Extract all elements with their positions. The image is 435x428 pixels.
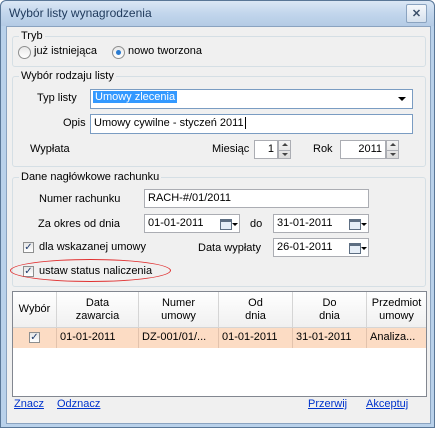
contracts-grid[interactable]: Wybór Data zawarcia Numer umowy Od dnia Do d… xyxy=(12,291,427,397)
miesiac-spinner[interactable] xyxy=(278,140,291,159)
column-header-wybor[interactable]: Wybór xyxy=(13,292,57,328)
data-wyplaty-input[interactable]: 26-01-2011 xyxy=(273,238,369,257)
okres-od-input[interactable]: 01-01-2011 xyxy=(144,214,240,233)
spin-down-icon[interactable] xyxy=(387,149,398,160)
odznacz-link[interactable]: Odznacz xyxy=(57,398,100,410)
cell-numer-umowy: DZ-001/01/... xyxy=(139,328,219,348)
rok-label: Rok xyxy=(313,143,333,155)
okres-label: Za okres od dnia xyxy=(38,218,120,230)
dialog-body: Tryb już istniejąca nowo tworzona Wybór … xyxy=(6,26,431,424)
spin-up-icon[interactable] xyxy=(279,141,290,150)
miesiac-label: Miesiąc xyxy=(212,143,250,155)
tryb-group: Tryb już istniejąca nowo tworzona xyxy=(12,30,426,67)
checkbox-check-icon: ✓ xyxy=(30,332,39,343)
column-header-od-dnia[interactable]: Od dnia xyxy=(219,292,293,328)
text-cursor xyxy=(244,117,246,129)
close-button[interactable]: ✕ xyxy=(406,4,427,23)
highlight-ellipse xyxy=(10,259,171,282)
calendar-icon[interactable] xyxy=(220,219,232,230)
dla-umowy-checkbox[interactable]: ✓ xyxy=(23,242,34,253)
calendar-icon[interactable] xyxy=(349,219,361,230)
window-title: Wybór listy wynagrodzenia xyxy=(9,6,152,20)
close-icon: ✕ xyxy=(411,8,422,20)
rok-input[interactable]: 2011 xyxy=(340,140,386,159)
dropdown-arrow-icon xyxy=(361,247,367,250)
tryb-group-title: Tryb xyxy=(19,30,45,42)
data-wyplaty-label: Data wypłaty xyxy=(198,242,261,254)
okres-od-value: 01-01-2011 xyxy=(148,217,204,229)
cell-od-dnia: 01-01-2011 xyxy=(219,328,293,348)
miesiac-value: 1 xyxy=(267,143,274,155)
numer-rachunku-label: Numer rachunku xyxy=(39,193,121,205)
opis-value: Umowy cywilne - styczeń 2011 xyxy=(94,117,244,129)
numer-rachunku-input[interactable]: RACH-#/01/2011 xyxy=(144,189,369,208)
radio-existing-label: już istniejąca xyxy=(34,45,97,57)
cell-wybor[interactable]: ✓ xyxy=(13,328,57,348)
dla-umowy-label: dla wskazanej umowy xyxy=(39,241,146,253)
typ-listy-value: Umowy zlecenia xyxy=(93,91,178,103)
cell-do-dnia: 31-01-2011 xyxy=(293,328,367,348)
rok-spinner[interactable] xyxy=(386,140,399,159)
rok-value: 2011 xyxy=(358,143,382,155)
dropdown-arrow-icon xyxy=(398,97,406,101)
radio-existing[interactable] xyxy=(18,46,31,59)
typ-listy-label: Typ listy xyxy=(37,92,77,104)
opis-label: Opis xyxy=(63,117,86,129)
znacz-link[interactable]: Znacz xyxy=(14,398,44,410)
column-header-numer-umowy[interactable]: Numer umowy xyxy=(139,292,219,328)
dropdown-arrow-icon xyxy=(232,223,238,226)
cell-przedmiot: Analiza... xyxy=(370,331,416,343)
row-select-checkbox[interactable]: ✓ xyxy=(29,332,40,343)
calendar-icon[interactable] xyxy=(349,243,361,254)
cell-data-zawarcia: 01-01-2011 xyxy=(57,328,139,348)
okres-do-value: 31-01-2011 xyxy=(277,217,333,229)
akceptuj-link[interactable]: Akceptuj xyxy=(366,398,408,410)
miesiac-input[interactable]: 1 xyxy=(254,140,278,159)
spin-up-icon[interactable] xyxy=(387,141,398,150)
radio-new[interactable] xyxy=(112,46,125,59)
okres-do-label: do xyxy=(250,218,263,230)
wyplata-label: Wypłata xyxy=(30,143,70,155)
typ-listy-select[interactable]: Umowy zlecenia xyxy=(90,89,413,109)
przerwij-link[interactable]: Przerwij xyxy=(308,398,347,410)
dropdown-arrow-icon xyxy=(361,223,367,226)
spin-down-icon[interactable] xyxy=(279,149,290,160)
checkbox-check-icon: ✓ xyxy=(24,242,33,253)
dane-group-title: Dane nagłówkowe rachunku xyxy=(19,171,162,183)
column-header-do-dnia[interactable]: Do dnia xyxy=(293,292,367,328)
rodzaj-group-title: Wybór rodzaju listy xyxy=(19,70,116,82)
table-row[interactable]: ✓ 01-01-2011 DZ-001/01/... 01-01-2011 31… xyxy=(13,328,426,348)
column-header-data-zawarcia[interactable]: Data zawarcia xyxy=(57,292,139,328)
opis-input[interactable]: Umowy cywilne - styczeń 2011 xyxy=(90,114,413,134)
column-header-przedmiot[interactable]: Przedmiot umowy xyxy=(367,292,426,328)
okres-do-input[interactable]: 31-01-2011 xyxy=(273,214,369,233)
radio-new-label: nowo tworzona xyxy=(128,45,202,57)
dialog-window: Wybór listy wynagrodzenia ✕ Tryb już ist… xyxy=(0,0,435,428)
data-wyplaty-value: 26-01-2011 xyxy=(277,241,333,253)
rodzaj-group: Wybór rodzaju listy Typ listy Umowy zlec… xyxy=(12,70,426,167)
title-bar: Wybór listy wynagrodzenia ✕ xyxy=(1,1,434,26)
numer-rachunku-value: RACH-#/01/2011 xyxy=(148,192,231,204)
